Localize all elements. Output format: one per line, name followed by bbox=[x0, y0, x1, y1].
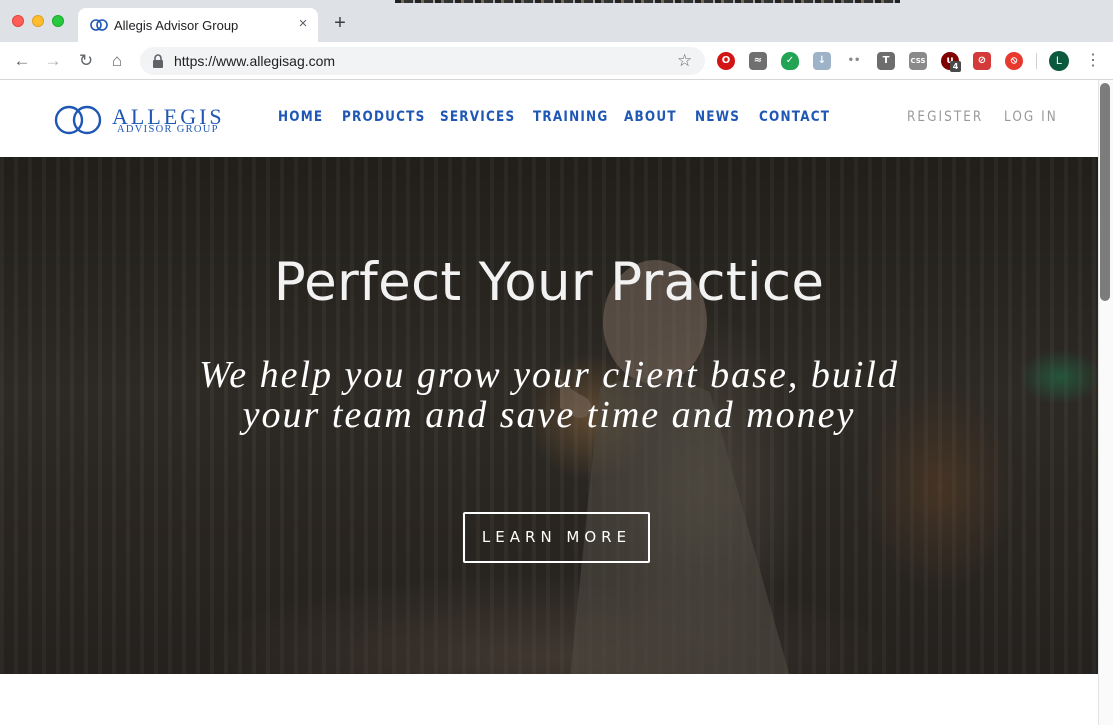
toolbar-divider bbox=[1036, 53, 1037, 69]
forward-arrow-icon[interactable]: → bbox=[43, 51, 63, 71]
browser-toolbar: ← → ↻ ⌂ https://www.allegisag.com ☆ O ≈ … bbox=[0, 42, 1113, 80]
back-arrow-icon[interactable]: ← bbox=[12, 51, 32, 71]
adblock-red-icon[interactable]: ⊘ bbox=[973, 52, 991, 70]
home-icon[interactable]: ⌂ bbox=[107, 51, 127, 71]
hero-subtitle: We help you grow your client base, build… bbox=[199, 354, 899, 436]
nav-products[interactable]: PRODUCTS bbox=[342, 109, 425, 125]
nav-news[interactable]: NEWS bbox=[695, 109, 740, 125]
nav-contact[interactable]: CONTACT bbox=[759, 109, 830, 125]
url-text[interactable]: https://www.allegisag.com bbox=[174, 53, 335, 69]
new-tab-button[interactable]: + bbox=[330, 13, 350, 33]
page-scrollbar-thumb[interactable] bbox=[1100, 83, 1110, 301]
css-icon[interactable]: CSS bbox=[909, 52, 927, 70]
nav-services[interactable]: SERVICES bbox=[440, 109, 515, 125]
two-dots-icon[interactable]: •• bbox=[845, 52, 863, 70]
tab-close-icon[interactable]: × bbox=[294, 15, 312, 33]
hero-banner: Perfect Your Practice We help you grow y… bbox=[0, 157, 1098, 674]
browser-tab[interactable]: Allegis Advisor Group × bbox=[78, 8, 318, 42]
opera-o-icon[interactable]: O bbox=[717, 52, 735, 70]
ublock-badge: 4 bbox=[950, 61, 961, 72]
shield-check-icon[interactable]: ✓ bbox=[781, 52, 799, 70]
disguise-hat-icon[interactable]: ≈ bbox=[749, 52, 767, 70]
t-letter-icon[interactable]: T bbox=[877, 52, 895, 70]
login-link[interactable]: LOG IN bbox=[1004, 109, 1058, 125]
lock-icon bbox=[153, 54, 163, 68]
window-close-button[interactable] bbox=[12, 15, 24, 27]
browser-tab-strip: Allegis Advisor Group × + bbox=[0, 0, 1113, 42]
tab-title: Allegis Advisor Group bbox=[114, 18, 239, 33]
nav-training[interactable]: TRAINING bbox=[533, 109, 608, 125]
browser-menu-icon[interactable]: ⋮ bbox=[1085, 51, 1101, 71]
window-zoom-button[interactable] bbox=[52, 15, 64, 27]
logo-subtitle: ADVISOR GROUP bbox=[117, 124, 219, 135]
background-window-strip bbox=[395, 0, 900, 3]
register-link[interactable]: REGISTER bbox=[907, 109, 983, 125]
nav-about[interactable]: ABOUT bbox=[624, 109, 677, 125]
hero-title: Perfect Your Practice bbox=[273, 252, 825, 313]
learn-more-button[interactable]: LEARN MORE bbox=[463, 512, 650, 563]
bookmark-star-icon[interactable]: ☆ bbox=[677, 51, 692, 71]
download-arrow-icon[interactable]: ↓ bbox=[813, 52, 831, 70]
site-header: ALLEGIS ADVISOR GROUP HOME PRODUCTS SERV… bbox=[0, 80, 1098, 157]
site-logo[interactable]: ALLEGIS ADVISOR GROUP bbox=[54, 102, 234, 138]
allegis-favicon-icon bbox=[90, 19, 108, 31]
window-minimize-button[interactable] bbox=[32, 15, 44, 27]
profile-avatar[interactable]: L bbox=[1049, 51, 1069, 71]
interlocking-rings-icon bbox=[54, 105, 102, 135]
address-bar[interactable]: https://www.allegisag.com ☆ bbox=[140, 47, 705, 75]
nav-home[interactable]: HOME bbox=[278, 109, 323, 125]
ublock-icon[interactable]: u 4 bbox=[941, 52, 961, 72]
compass-icon[interactable]: ⦸ bbox=[1005, 52, 1023, 70]
reload-icon[interactable]: ↻ bbox=[76, 51, 96, 71]
